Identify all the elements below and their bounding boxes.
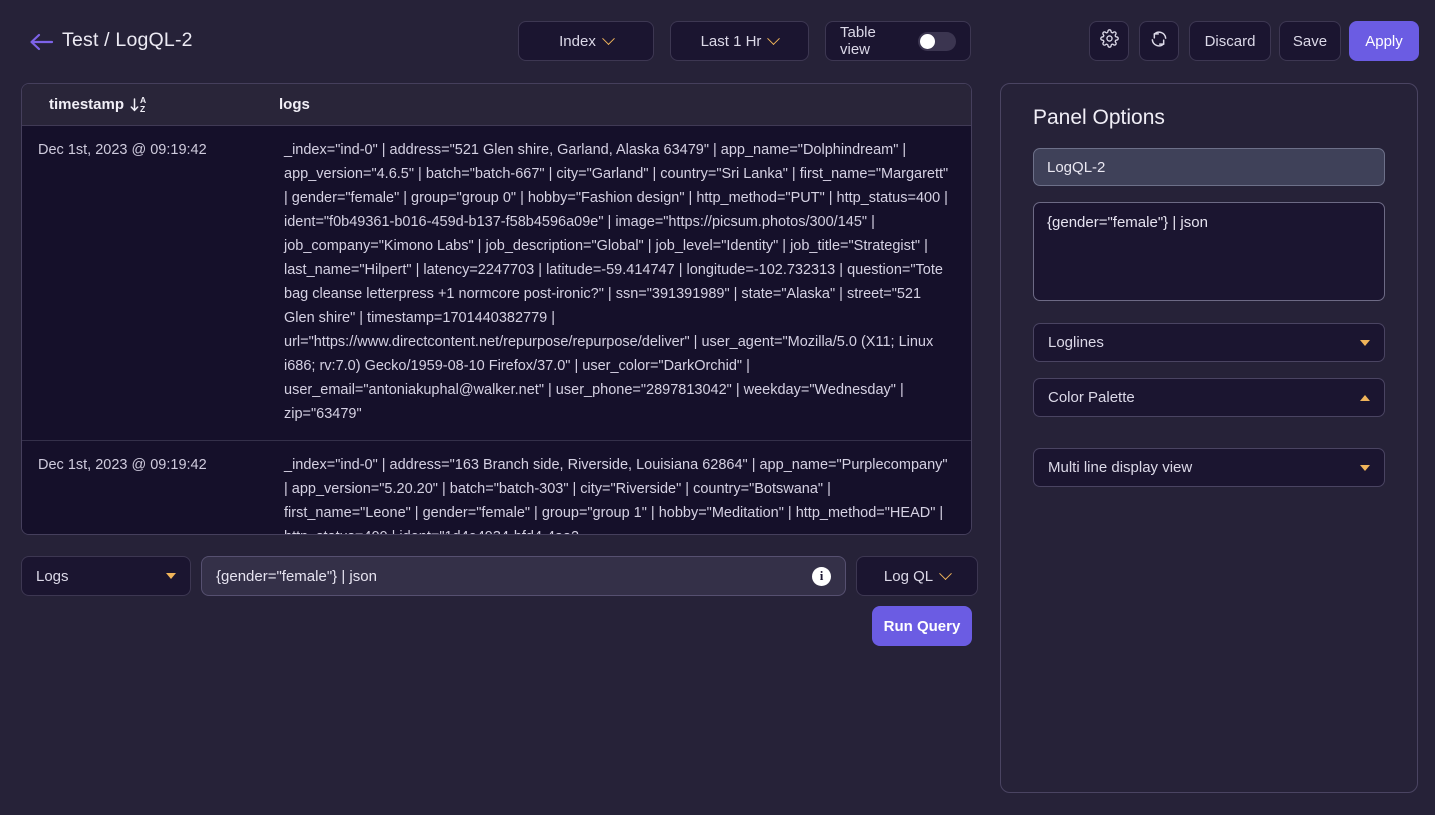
index-dropdown-button[interactable]: Index: [518, 21, 654, 61]
settings-button[interactable]: [1089, 21, 1129, 61]
visualization-select[interactable]: Loglines: [1033, 323, 1385, 362]
chevron-down-icon: [939, 566, 952, 580]
save-button[interactable]: Save: [1279, 21, 1341, 61]
cell-timestamp: Dec 1st, 2023 @ 09:19:42: [38, 457, 207, 473]
sort-descending-az-icon[interactable]: AZ: [130, 96, 146, 113]
toggle-knob: [920, 33, 935, 49]
display-view-label: Multi line display view: [1048, 459, 1193, 476]
toggle-switch[interactable]: [918, 31, 956, 51]
breadcrumb: Test / LogQL-2: [62, 29, 193, 51]
query-input-value: {gender="female"} | json: [216, 567, 377, 585]
table-row[interactable]: Dec 1st, 2023 @ 09:19:42 _index="ind-0" …: [22, 126, 971, 441]
panel-name-input[interactable]: LogQL-2: [1033, 148, 1385, 186]
index-dropdown-label: Index: [559, 32, 596, 50]
run-query-label: Run Query: [883, 617, 961, 635]
save-label: Save: [1292, 32, 1328, 50]
chevron-down-icon: [166, 573, 176, 579]
datasource-select[interactable]: Logs: [21, 556, 191, 596]
refresh-icon: [1149, 29, 1169, 54]
apply-button[interactable]: Apply: [1349, 21, 1419, 61]
refresh-button[interactable]: [1139, 21, 1179, 61]
logs-table: timestamp AZ logs Dec 1st, 2023 @ 09:19:…: [21, 83, 972, 535]
panel-query-textarea[interactable]: {gender="female"} | json: [1033, 202, 1385, 301]
az-glyph: AZ: [140, 95, 147, 114]
display-view-select[interactable]: Multi line display view: [1033, 448, 1385, 487]
panel-options-title: Panel Options: [1033, 106, 1165, 129]
panel-options: Panel Options LogQL-2 {gender="female"} …: [1000, 83, 1418, 793]
top-toolbar: Test / LogQL-2 Index Last 1 Hr Table vie…: [0, 0, 1435, 83]
discard-button[interactable]: Discard: [1189, 21, 1271, 61]
run-query-button[interactable]: Run Query: [872, 606, 972, 646]
time-range-dropdown-button[interactable]: Last 1 Hr: [670, 21, 809, 61]
visualization-select-label: Loglines: [1048, 334, 1104, 351]
table-view-label: Table view: [840, 24, 876, 58]
column-header-timestamp-label: timestamp: [49, 96, 125, 113]
info-icon[interactable]: i: [812, 566, 831, 586]
table-view-toggle[interactable]: Table view: [825, 21, 971, 61]
apply-label: Apply: [1365, 32, 1403, 50]
cell-logs: _index="ind-0" | address="163 Branch sid…: [284, 457, 948, 534]
gear-icon: [1099, 29, 1119, 53]
chevron-down-icon: [1360, 339, 1370, 346]
table-header-row: timestamp AZ logs: [22, 84, 971, 126]
query-language-label: Log QL: [883, 567, 934, 585]
discard-label: Discard: [1204, 32, 1256, 50]
back-arrow-icon[interactable]: [28, 30, 54, 54]
query-input[interactable]: {gender="female"} | json i: [201, 556, 846, 596]
chevron-up-icon: [1360, 394, 1370, 401]
query-language-dropdown[interactable]: Log QL: [856, 556, 978, 596]
panel-query-value: {gender="female"} | json: [1047, 214, 1208, 231]
cell-timestamp: Dec 1st, 2023 @ 09:19:42: [38, 142, 207, 158]
table-row[interactable]: Dec 1st, 2023 @ 09:19:42 _index="ind-0" …: [22, 441, 971, 534]
table-body: Dec 1st, 2023 @ 09:19:42 _index="ind-0" …: [22, 126, 971, 534]
datasource-select-label: Logs: [36, 567, 69, 585]
time-range-label: Last 1 Hr: [700, 32, 762, 50]
column-header-logs[interactable]: logs: [279, 96, 310, 113]
color-palette-select[interactable]: Color Palette: [1033, 378, 1385, 417]
cell-logs: _index="ind-0" | address="521 Glen shire…: [284, 142, 949, 422]
panel-name-value: LogQL-2: [1047, 158, 1106, 176]
column-header-timestamp[interactable]: timestamp AZ: [22, 96, 279, 113]
chevron-down-icon: [1360, 464, 1370, 471]
chevron-down-icon: [767, 31, 781, 45]
color-palette-label: Color Palette: [1048, 389, 1135, 406]
chevron-down-icon: [601, 31, 615, 45]
